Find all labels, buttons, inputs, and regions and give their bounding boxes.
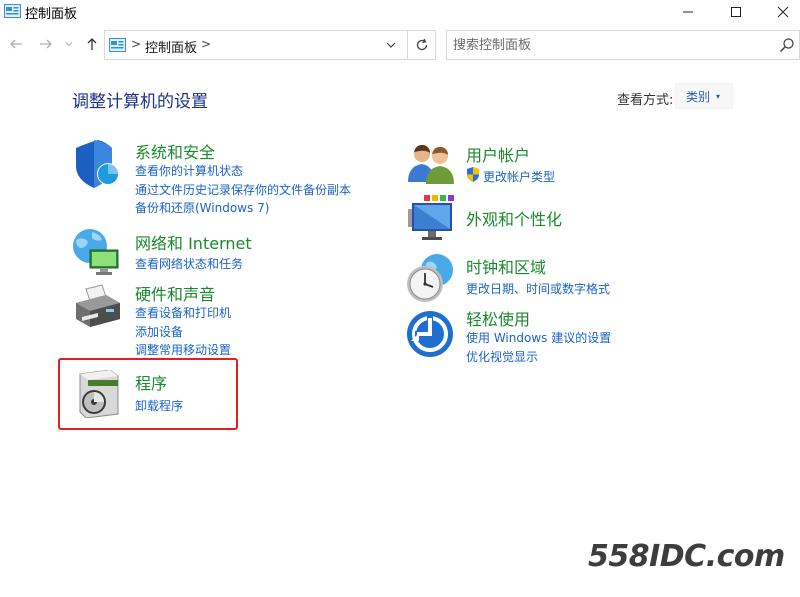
back-button[interactable] <box>6 34 26 54</box>
address-dropdown-button[interactable] <box>379 31 403 59</box>
recent-locations-button[interactable] <box>62 34 76 54</box>
navigation-bar: > 控制面板 > <box>0 28 800 62</box>
category-title[interactable]: 轻松使用 <box>466 306 530 330</box>
shield-icon[interactable] <box>72 140 124 192</box>
up-button[interactable] <box>82 34 102 54</box>
arrow-left-icon <box>10 39 22 49</box>
window-title: 控制面板 <box>25 7 78 22</box>
search-input[interactable] <box>453 36 773 54</box>
link-view-computer-status[interactable]: 查看你的计算机状态 <box>135 162 243 179</box>
search-box[interactable] <box>446 30 800 60</box>
link-windows-recommended-settings[interactable]: 使用 Windows 建议的设置 <box>466 329 611 346</box>
clock-globe-icon[interactable] <box>403 252 455 304</box>
category-title[interactable]: 外观和个性化 <box>466 206 562 230</box>
programs-disc-icon[interactable] <box>76 370 122 418</box>
minimize-button[interactable] <box>665 0 711 24</box>
link-change-account-type[interactable]: 更改帐户类型 <box>483 168 555 185</box>
category-title[interactable]: 网络和 Internet <box>135 230 252 254</box>
maximize-icon <box>731 7 741 17</box>
title-bar: 控制面板 <box>0 0 800 24</box>
uac-shield-icon <box>467 167 479 182</box>
control-panel-icon <box>4 4 21 18</box>
view-by-value: 类别 <box>686 89 711 104</box>
printer-icon[interactable] <box>72 283 124 335</box>
page-title: 调整计算机的设置 <box>72 92 208 112</box>
close-button[interactable] <box>760 0 800 24</box>
chevron-down-icon: ▾ <box>716 91 721 101</box>
forward-button[interactable] <box>36 34 56 54</box>
monitor-palette-icon[interactable] <box>404 195 458 243</box>
minimize-icon <box>683 11 693 13</box>
category-title[interactable]: 硬件和声音 <box>135 281 215 305</box>
users-icon[interactable] <box>406 142 456 186</box>
category-title[interactable]: 时钟和区域 <box>466 254 546 278</box>
arrow-up-icon <box>87 38 97 50</box>
link-devices-printers[interactable]: 查看设备和打印机 <box>135 304 231 321</box>
refresh-icon <box>416 38 427 51</box>
category-title[interactable]: 用户帐户 <box>466 142 530 166</box>
maximize-button[interactable] <box>713 0 759 24</box>
chevron-down-icon <box>65 42 73 47</box>
link-mobility-settings[interactable]: 调整常用移动设置 <box>135 341 231 358</box>
link-optimize-visual-display[interactable]: 优化视觉显示 <box>466 348 538 365</box>
link-change-date-time-format[interactable]: 更改日期、时间或数字格式 <box>466 280 610 297</box>
view-by-dropdown[interactable]: 类别 ▾ <box>675 83 733 109</box>
link-view-network-status[interactable]: 查看网络状态和任务 <box>135 255 243 272</box>
refresh-button[interactable] <box>407 31 435 59</box>
category-title[interactable]: 系统和安全 <box>135 139 215 163</box>
arrow-right-icon <box>40 39 52 49</box>
link-file-history-backup[interactable]: 通过文件历史记录保存你的文件备份副本 <box>135 181 351 198</box>
address-bar[interactable]: > 控制面板 > <box>104 30 436 60</box>
breadcrumb-control-panel[interactable]: 控制面板 <box>145 37 197 56</box>
ease-of-access-icon[interactable] <box>405 309 455 359</box>
watermark-text: 558IDC.com <box>588 539 785 574</box>
link-add-device[interactable]: 添加设备 <box>135 323 183 340</box>
breadcrumb-separator[interactable]: > <box>201 37 211 51</box>
search-icon[interactable] <box>779 37 795 53</box>
control-panel-icon <box>109 38 126 52</box>
network-globe-icon[interactable] <box>70 226 122 278</box>
breadcrumb-separator[interactable]: > <box>131 37 141 51</box>
chevron-down-icon <box>386 42 396 48</box>
view-by-label: 查看方式: <box>617 93 674 108</box>
link-backup-restore[interactable]: 备份和还原(Windows 7) <box>135 199 269 216</box>
link-uninstall-program[interactable]: 卸载程序 <box>135 397 183 414</box>
category-title[interactable]: 程序 <box>135 370 167 394</box>
close-icon <box>777 6 789 18</box>
